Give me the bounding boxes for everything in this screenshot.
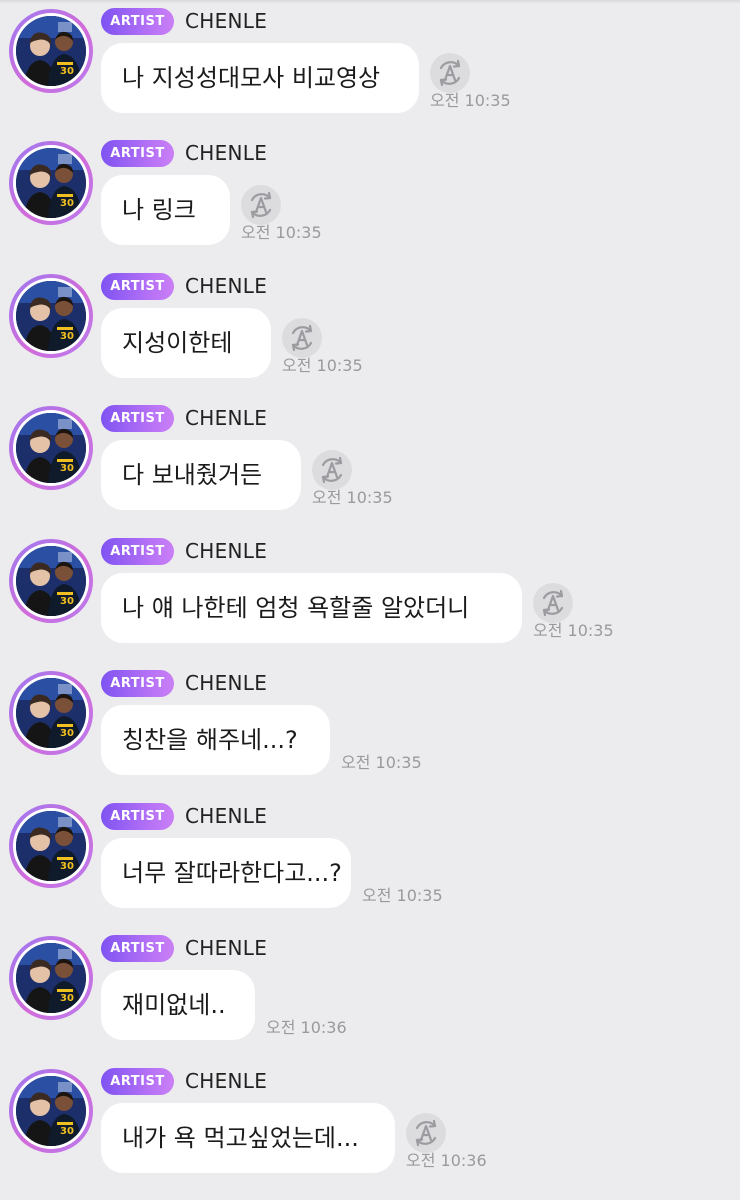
artist-avatar[interactable]: 30 xyxy=(9,9,93,93)
translate-icon[interactable] xyxy=(282,318,322,358)
message-bubble[interactable]: 다 보내줬거든 xyxy=(101,440,301,510)
svg-text:30: 30 xyxy=(60,66,74,77)
chat-message: 30 ARTIST CHENLE 너무 잘따라한다고...? 오전 10:35 xyxy=(0,795,740,927)
artist-avatar[interactable]: 30 xyxy=(9,1069,93,1153)
svg-text:30: 30 xyxy=(60,993,74,1004)
artist-avatar[interactable]: 30 xyxy=(9,936,93,1020)
message-bubble[interactable]: 나 지성성대모사 비교영상 xyxy=(101,43,419,113)
sender-name[interactable]: CHENLE xyxy=(185,138,267,168)
message-bubble[interactable]: 지성이한테 xyxy=(101,308,271,378)
sender-name[interactable]: CHENLE xyxy=(185,1066,267,1096)
chat-message: 30 ARTIST CHENLE 나 지성성대모사 비교영상 오전 10:35 xyxy=(0,0,740,132)
svg-text:30: 30 xyxy=(60,596,74,607)
avatar-photo: 30 xyxy=(16,281,86,351)
message-bubble[interactable]: 내가 욕 먹고싶었는데... xyxy=(101,1103,395,1173)
artist-avatar[interactable]: 30 xyxy=(9,804,93,888)
svg-text:30: 30 xyxy=(60,463,74,474)
translate-icon[interactable] xyxy=(406,1113,446,1153)
chat-message: 30 ARTIST CHENLE 칭찬을 해주네...? 오전 10:35 xyxy=(0,662,740,794)
sender-name[interactable]: CHENLE xyxy=(185,536,267,566)
artist-badge: ARTIST xyxy=(101,803,174,830)
artist-badge: ARTIST xyxy=(101,1068,174,1095)
translate-icon[interactable] xyxy=(241,185,281,225)
avatar-photo: 30 xyxy=(16,678,86,748)
artist-avatar[interactable]: 30 xyxy=(9,671,93,755)
chat-message: 30 ARTIST CHENLE 나 얘 나한테 엄청 욕할줄 알았더니 오전 … xyxy=(0,530,740,662)
message-bubble[interactable]: 재미없네.. xyxy=(101,970,255,1040)
avatar-photo: 30 xyxy=(16,148,86,218)
message-bubble[interactable]: 나 얘 나한테 엄청 욕할줄 알았더니 xyxy=(101,573,522,643)
artist-badge: ARTIST xyxy=(101,8,174,35)
translate-icon[interactable] xyxy=(430,53,470,93)
sender-name[interactable]: CHENLE xyxy=(185,403,267,433)
artist-badge: ARTIST xyxy=(101,670,174,697)
sender-name[interactable]: CHENLE xyxy=(185,271,267,301)
translate-icon[interactable] xyxy=(533,583,573,623)
sender-name[interactable]: CHENLE xyxy=(185,933,267,963)
chat-message: 30 ARTIST CHENLE 다 보내줬거든 오전 10:35 xyxy=(0,397,740,529)
chat-message: 30 ARTIST CHENLE 나 링크 오전 10:35 xyxy=(0,132,740,264)
svg-text:30: 30 xyxy=(60,1126,74,1137)
avatar-photo: 30 xyxy=(16,546,86,616)
artist-avatar[interactable]: 30 xyxy=(9,274,93,358)
svg-text:30: 30 xyxy=(60,198,74,209)
chat-message: 30 ARTIST CHENLE 재미없네.. 오전 10:36 xyxy=(0,927,740,1059)
sender-name[interactable]: CHENLE xyxy=(185,6,267,36)
sender-name[interactable]: CHENLE xyxy=(185,668,267,698)
avatar-photo: 30 xyxy=(16,811,86,881)
message-bubble[interactable]: 나 링크 xyxy=(101,175,230,245)
message-time: 오전 10:36 xyxy=(266,1018,347,1037)
message-bubble[interactable]: 너무 잘따라한다고...? xyxy=(101,838,351,908)
artist-badge: ARTIST xyxy=(101,405,174,432)
message-time: 오전 10:35 xyxy=(241,223,322,242)
message-time: 오전 10:35 xyxy=(533,621,614,640)
artist-badge: ARTIST xyxy=(101,140,174,167)
chat-message: 30 ARTIST CHENLE 내가 욕 먹고싶었는데... 오전 10:36 xyxy=(0,1060,740,1192)
avatar-photo: 30 xyxy=(16,16,86,86)
avatar-photo: 30 xyxy=(16,943,86,1013)
avatar-photo: 30 xyxy=(16,413,86,483)
svg-text:30: 30 xyxy=(60,728,74,739)
message-time: 오전 10:35 xyxy=(282,356,363,375)
message-bubble[interactable]: 칭찬을 해주네...? xyxy=(101,705,330,775)
sender-name[interactable]: CHENLE xyxy=(185,801,267,831)
message-time: 오전 10:36 xyxy=(406,1151,487,1170)
artist-badge: ARTIST xyxy=(101,273,174,300)
message-time: 오전 10:35 xyxy=(312,488,393,507)
svg-text:30: 30 xyxy=(60,861,74,872)
chat-message: 30 ARTIST CHENLE 지성이한테 오전 10:35 xyxy=(0,265,740,397)
artist-avatar[interactable]: 30 xyxy=(9,141,93,225)
message-time: 오전 10:35 xyxy=(341,753,422,772)
avatar-photo: 30 xyxy=(16,1076,86,1146)
message-time: 오전 10:35 xyxy=(430,91,511,110)
artist-avatar[interactable]: 30 xyxy=(9,539,93,623)
message-time: 오전 10:35 xyxy=(362,886,443,905)
artist-badge: ARTIST xyxy=(101,935,174,962)
translate-icon[interactable] xyxy=(312,450,352,490)
svg-text:30: 30 xyxy=(60,331,74,342)
artist-badge: ARTIST xyxy=(101,538,174,565)
artist-avatar[interactable]: 30 xyxy=(9,406,93,490)
